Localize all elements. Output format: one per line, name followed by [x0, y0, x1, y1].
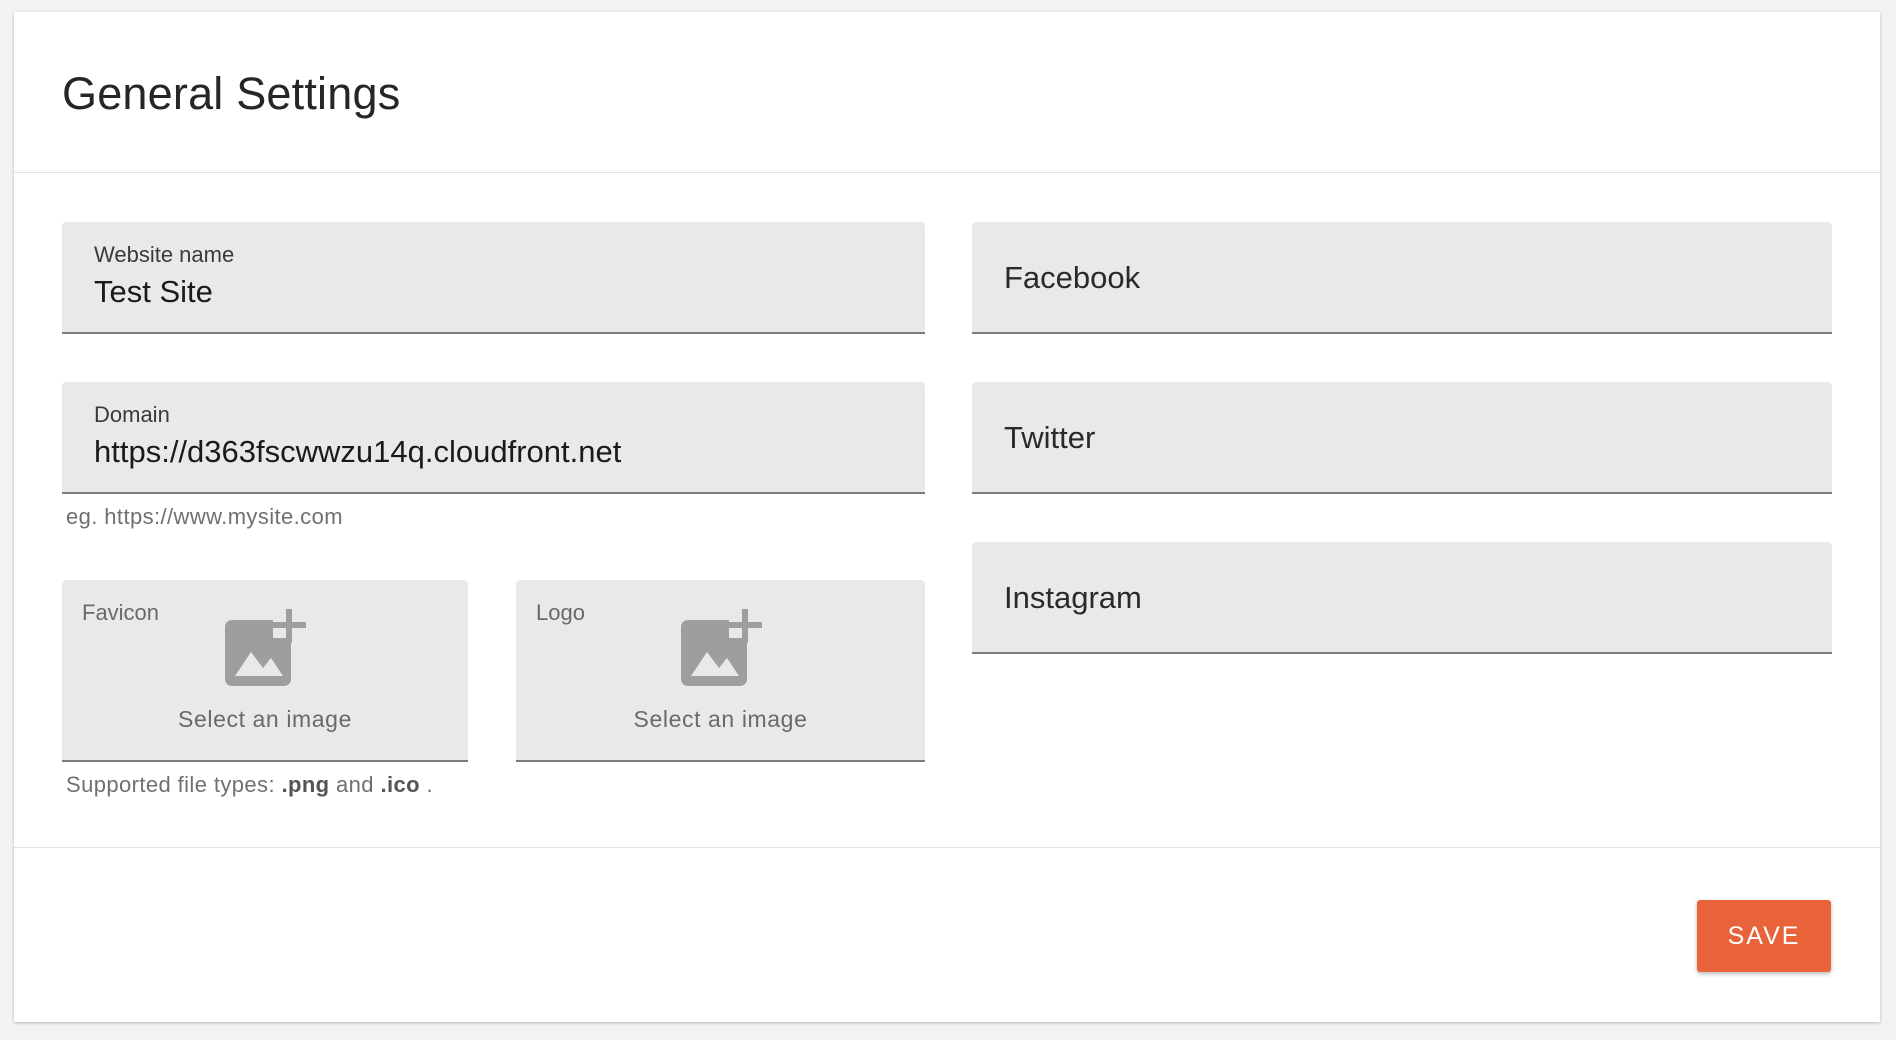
file-type-png: .png [281, 772, 330, 797]
domain-field[interactable]: Domain https://d363fscwwzu14q.cloudfront… [62, 382, 925, 494]
facebook-placeholder: Facebook [1004, 260, 1141, 295]
file-types-prefix: Supported file types: [66, 772, 282, 797]
file-types-suffix: . [419, 772, 433, 797]
file-types-helper: Supported file types: .png and .ico . [66, 772, 433, 798]
logo-upload[interactable]: Logo Select an image [516, 580, 925, 762]
twitter-field[interactable]: Twitter [972, 382, 1832, 494]
favicon-label: Favicon [82, 600, 160, 625]
domain-helper-text: eg. https://www.mysite.com [66, 504, 343, 529]
logo-select-text: Select an image [633, 706, 808, 732]
add-photo-icon [680, 608, 762, 686]
domain-value[interactable]: https://d363fscwwzu14q.cloudfront.net [94, 434, 621, 470]
website-name-field[interactable]: Website name Test Site [62, 222, 925, 334]
favicon-upload[interactable]: Favicon Select an image [62, 580, 468, 762]
favicon-select-text: Select an image [178, 706, 352, 732]
file-type-ico: .ico [380, 772, 420, 797]
file-types-and: and [329, 772, 381, 797]
instagram-placeholder: Instagram [1004, 580, 1142, 615]
instagram-field[interactable]: Instagram [972, 542, 1832, 654]
card-header: General Settings [14, 12, 1880, 173]
website-name-value[interactable]: Test Site [94, 274, 213, 310]
logo-label: Logo [536, 600, 585, 625]
add-photo-icon [225, 608, 306, 686]
save-button[interactable]: SAVE [1697, 900, 1831, 972]
facebook-field[interactable]: Facebook [972, 222, 1832, 334]
website-name-label: Website name [94, 242, 235, 267]
twitter-placeholder: Twitter [1004, 420, 1096, 455]
page-title: General Settings [62, 68, 401, 119]
settings-card: General Settings Website name Test Site … [14, 12, 1880, 1022]
footer-divider [14, 847, 1880, 848]
domain-label: Domain [94, 402, 170, 427]
